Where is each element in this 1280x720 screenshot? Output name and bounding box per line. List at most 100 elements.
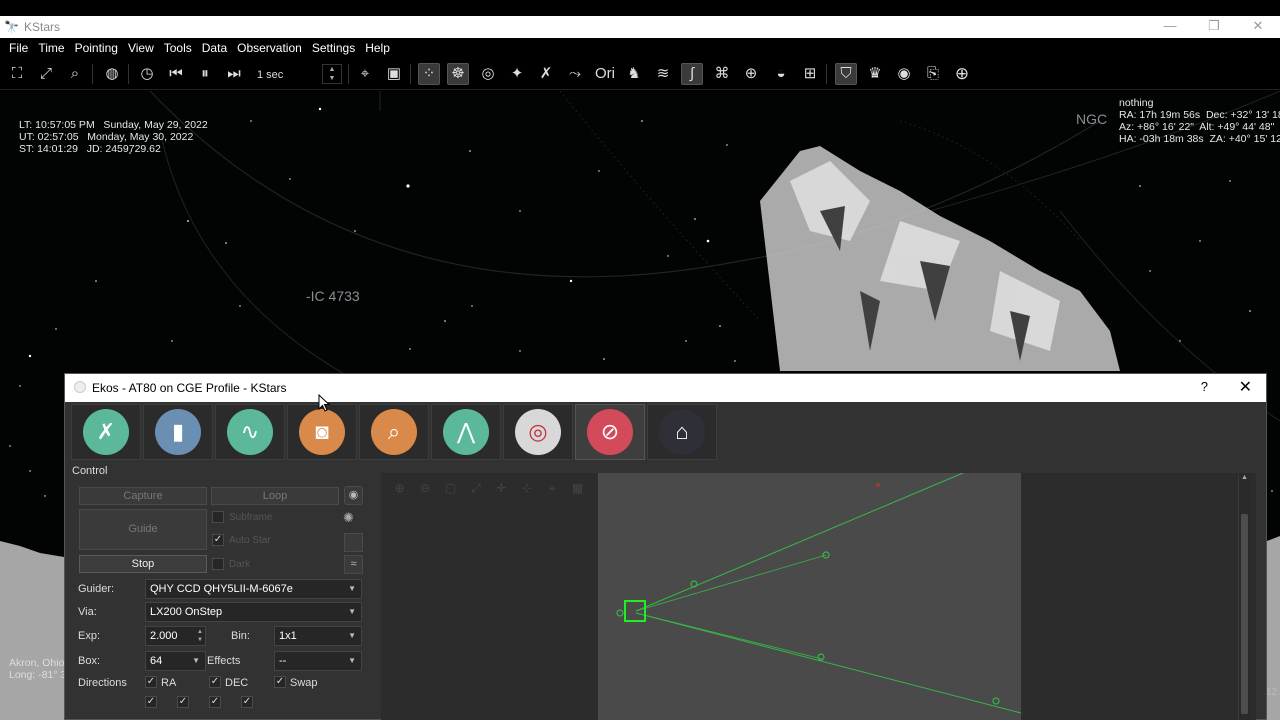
find-object-icon[interactable]: ⌕ [64,63,86,85]
deep-sky-toggle-icon[interactable]: ☸ [447,63,469,85]
crosshair-icon[interactable]: ✛ [491,477,512,499]
menu-time[interactable]: Time [33,38,69,58]
grid-icon[interactable]: ▦ [567,477,588,499]
effects-select[interactable]: -- ▼ [274,651,362,671]
milky-way-icon[interactable]: ≋ [652,63,674,85]
spin-arrows-icon: ▲ ▼ [197,629,203,643]
zoom-to-fit-icon[interactable]: ⛶ [6,63,28,85]
crosshair-icon[interactable]: ⌖ [354,63,376,85]
coordinate-grid-icon[interactable]: ⌘ [711,63,733,85]
tab-scheduler[interactable]: ▮ [143,404,213,460]
stars-toggle-icon[interactable]: ⁘ [418,63,440,85]
guider-select[interactable]: QHY CCD QHY5LII-M-6067e ▼ [145,579,362,599]
sky-right-number: 12 [1266,687,1278,698]
subframe-checkbox[interactable] [212,511,224,523]
constellation-art-icon[interactable]: ♞ [623,63,645,85]
ekos-close-button[interactable]: ✕ [1239,377,1252,397]
help-button[interactable]: ? [1201,379,1208,394]
zoom-out-icon[interactable]: ⊖ [414,477,435,499]
constellation-names-icon[interactable]: Ori [594,63,616,85]
menu-pointing[interactable]: Pointing [70,38,123,58]
ra-checkbox[interactable]: ✓ [145,676,157,688]
tab-analyze[interactable]: ∿ [215,404,285,460]
pan-icon[interactable]: ⊹ [516,477,537,499]
menu-settings[interactable]: Settings [307,38,360,58]
constellation-lines-icon[interactable]: ⤳ [564,63,586,85]
maximize-button[interactable]: ❐ [1192,16,1236,38]
scrollbar-thumb[interactable] [1241,514,1248,714]
time-step-spinner[interactable]: ▲ ▼ [322,64,342,84]
ekos-icon[interactable]: ⛉ [835,63,857,85]
stop-button[interactable]: Stop [79,555,207,573]
menu-view[interactable]: View [123,38,159,58]
menu-help[interactable]: Help [360,38,395,58]
record-icon[interactable]: ◉ [344,486,363,505]
ground-icon[interactable]: ◒ [770,63,792,85]
zoom-to-fit-icon[interactable]: ⤢ [465,477,486,499]
default-zoom-icon[interactable]: ▢ [440,477,461,499]
object-info: nothing RA: 17h 19m 56s Dec: +32° 13' 18… [1119,97,1280,145]
ra-plus-checkbox[interactable]: ✓ [145,696,157,708]
setup-tools-icon: ✗ [83,409,129,455]
blank-button[interactable] [344,533,363,552]
pause-icon[interactable]: ⏸ [194,63,216,85]
ekos-titlebar[interactable]: Ekos - AT80 on CGE Profile - KStars ? ✕ [65,374,1266,402]
tab-mount[interactable]: ⋀ [431,404,501,460]
graph-icon[interactable]: ≈ [344,555,363,574]
menu-data[interactable]: Data [197,38,232,58]
menu-tools[interactable]: Tools [159,38,197,58]
tab-observatory[interactable]: ⌂ [647,404,717,460]
box-select[interactable]: 64 ▼ [145,651,206,671]
tab-capture[interactable]: ◙ [287,404,357,460]
time-step-field[interactable]: 1 sec [252,64,320,84]
reticle-icon[interactable]: ⌖ [541,477,562,499]
solar-system-icon[interactable]: ◎ [477,63,499,85]
effects-value: -- [279,655,287,667]
tab-guide[interactable]: ⊘ [575,404,645,460]
flags-icon[interactable]: ⊞ [799,63,821,85]
close-button[interactable]: ✕ [1236,16,1280,38]
image-viewer-icon[interactable]: ▣ [383,63,405,85]
chevron-down-icon: ▼ [348,631,356,640]
horizon-grid-icon[interactable]: ⊕ [740,63,762,85]
loop-button[interactable]: Loop [211,487,339,505]
capture-button[interactable]: Capture [79,487,207,505]
tab-setup[interactable]: ✗ [71,404,141,460]
exposure-spinbox[interactable]: 2.000 ▲ ▼ [145,626,206,646]
dss-icon[interactable]: ◉ [893,63,915,85]
step-backward-icon[interactable]: ⏮ [165,63,187,85]
bin-select[interactable]: 1x1 ▼ [274,626,362,646]
equator-icon[interactable]: ∫ [681,63,703,85]
box-value: 64 [150,655,163,667]
via-select[interactable]: LX200 OnStep ▼ [145,602,362,622]
menu-observation[interactable]: Observation [232,38,307,58]
dark-checkbox[interactable] [212,558,224,570]
guide-star-canvas[interactable] [598,472,1022,720]
step-forward-icon[interactable]: ⏭ [223,63,245,85]
guide-button[interactable]: Guide [79,509,207,550]
vertical-scrollbar[interactable]: ▲ [1238,474,1250,720]
dec-plus-checkbox[interactable]: ✓ [209,696,221,708]
tab-focus[interactable]: ⌕ [359,404,429,460]
globe-icon[interactable]: ◍ [101,63,123,85]
zoom-in-icon[interactable]: ⊕ [389,477,410,499]
hips-icon[interactable]: ♛ [864,63,886,85]
guider-value: QHY CCD QHY5LII-M-6067e [150,583,293,595]
menu-file[interactable]: File [4,38,33,58]
scroll-up-icon[interactable]: ▲ [1241,474,1248,481]
swap-checkbox[interactable]: ✓ [274,676,286,688]
ekos-module-tabs: ✗ ▮ ∿ ◙ ⌕ ⋀ ◎ ⊘ ⌂ [71,404,719,460]
auto-star-checkbox[interactable]: ✓ [212,534,224,546]
tab-align[interactable]: ◎ [503,404,573,460]
zoom-box-icon[interactable]: ⤢ [35,63,57,85]
supernova-icon[interactable]: ✦ [506,63,528,85]
clock-icon[interactable]: ◷ [136,63,158,85]
guider-label: Guider: [78,583,115,595]
telescope-target-icon[interactable]: ⊕ [951,63,973,85]
export-icon[interactable]: ⎘ [922,63,944,85]
satellites-icon[interactable]: ✗ [535,63,557,85]
minimize-button[interactable]: — [1148,16,1192,38]
dec-minus-checkbox[interactable]: ✓ [241,696,253,708]
ra-minus-checkbox[interactable]: ✓ [177,696,189,708]
dec-checkbox[interactable]: ✓ [209,676,221,688]
